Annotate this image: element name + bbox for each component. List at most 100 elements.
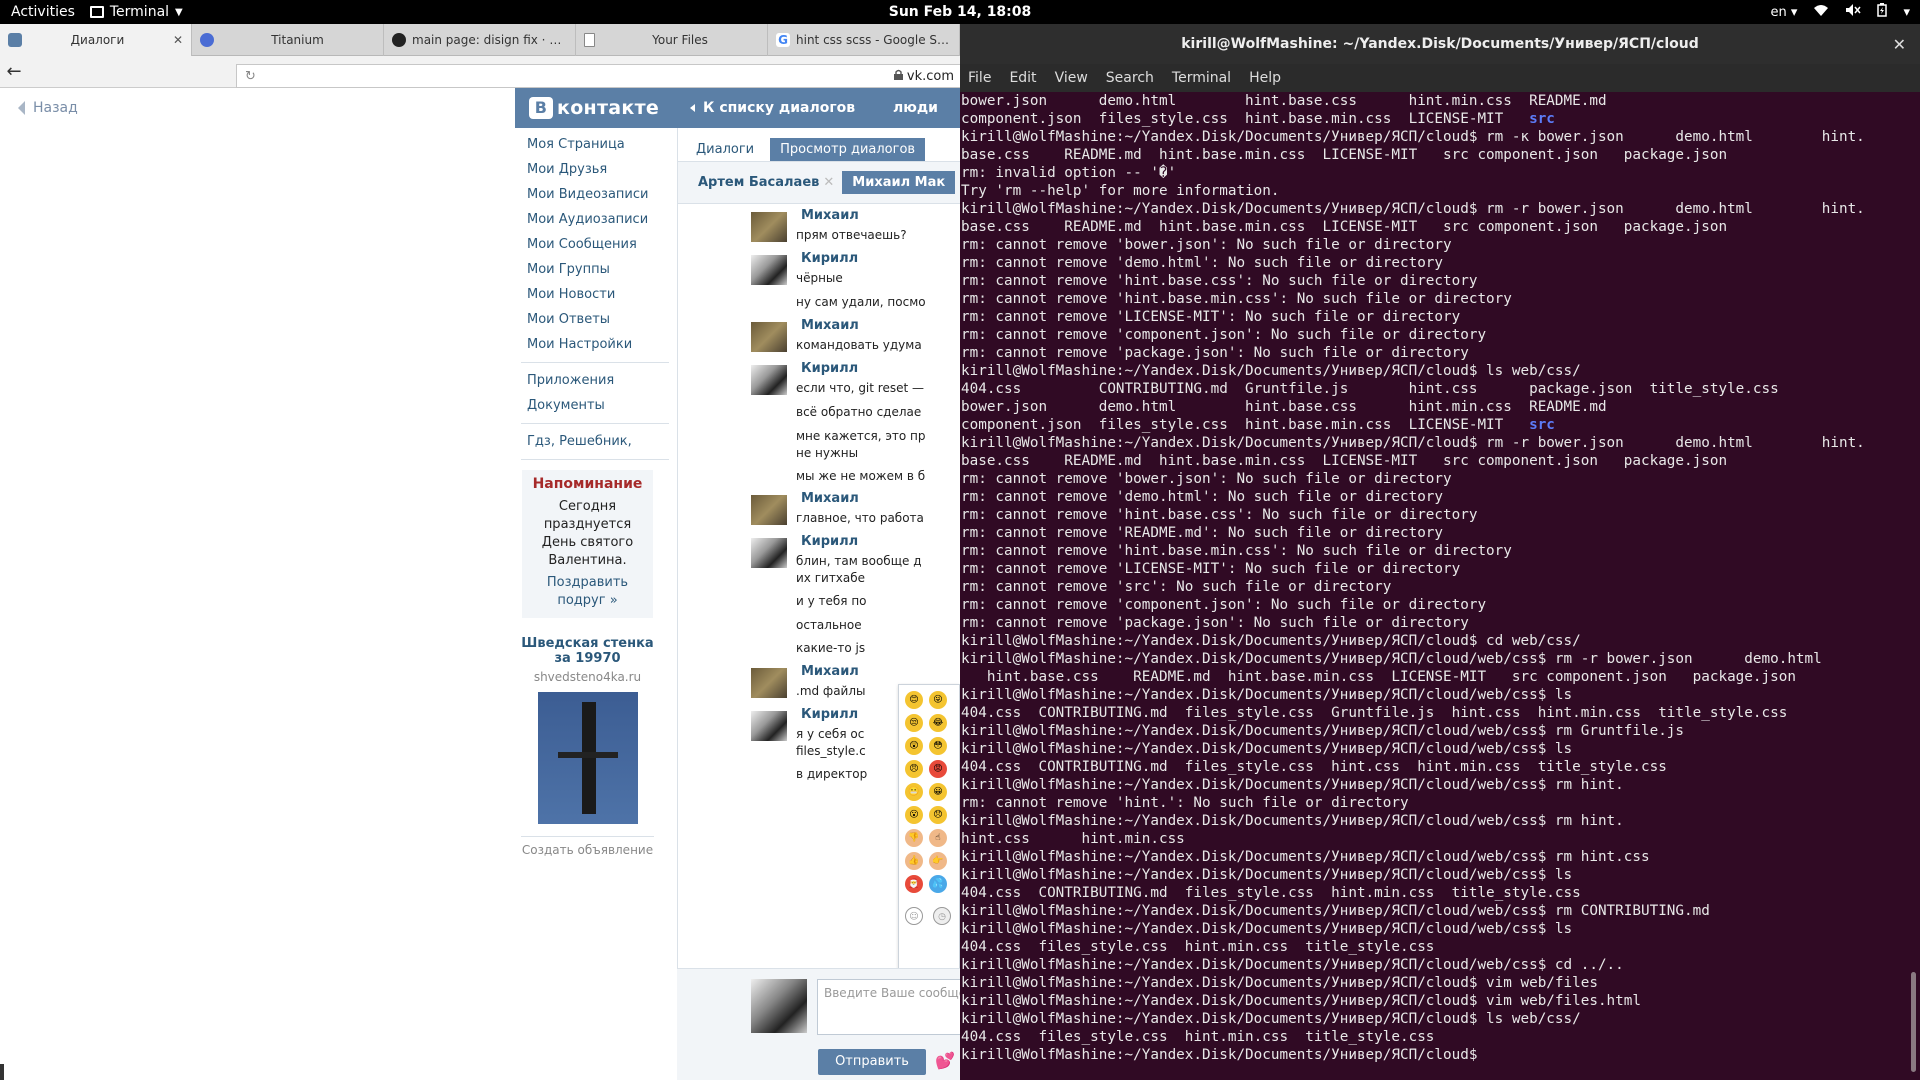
close-icon[interactable]: ✕ (823, 175, 834, 190)
terminal-output[interactable]: bower.json demo.html hint.base.css hint.… (960, 92, 1906, 1080)
reload-icon[interactable]: ↻ (237, 69, 256, 84)
avatar[interactable] (751, 212, 787, 242)
menu-file[interactable]: File (968, 70, 991, 86)
people-link[interactable]: люди (893, 100, 938, 116)
nav-my-videos[interactable]: Мои Видеозаписи (521, 182, 669, 207)
menu-help[interactable]: Help (1249, 70, 1281, 86)
emoji-item-icon[interactable]: 😀 (929, 783, 947, 801)
avatar[interactable] (751, 255, 787, 285)
create-ad-link[interactable]: Создать объявление (521, 843, 654, 857)
nav-app-gdz[interactable]: Гдз, Решебник, (521, 429, 669, 454)
message-author[interactable]: Михаил (801, 491, 859, 506)
nav-divider (521, 423, 669, 424)
emoji-item-icon[interactable]: 😬 (905, 783, 923, 801)
smiley-tab-icon[interactable]: ☺ (905, 907, 923, 925)
avatar[interactable] (751, 711, 787, 741)
clock[interactable]: Sun Feb 14, 18:08 (889, 4, 1032, 20)
app-menu[interactable]: Terminal ▼ (86, 4, 183, 20)
nav-my-friends[interactable]: Мои Друзья (521, 157, 669, 182)
vk-logo[interactable]: В контакте (515, 97, 659, 119)
emoji-item-icon[interactable]: 😂 (929, 714, 947, 732)
terminal-line: kirill@WolfMashine:~/Yandex.Disk/Documen… (961, 777, 1624, 793)
recent-tab-icon[interactable]: ◷ (933, 907, 951, 925)
emoji-item-icon[interactable]: 😠 (905, 760, 923, 778)
close-icon[interactable]: ✕ (1893, 35, 1906, 54)
ad-title[interactable]: Шведская стенка за 19970 (521, 636, 654, 666)
tab-your-files[interactable]: Your Files (576, 24, 768, 56)
avatar[interactable] (751, 538, 787, 568)
emoji-item-icon[interactable]: 🎅 (905, 875, 923, 893)
address-field[interactable]: ↻ vk.com (236, 64, 960, 88)
participant-tab-artem[interactable]: Артем Басалаев ✕ (698, 175, 834, 190)
avatar[interactable] (751, 365, 787, 395)
emoji-item-icon[interactable]: 😡 (929, 760, 947, 778)
language-indicator[interactable]: en ▾ (1771, 5, 1798, 20)
ad-block[interactable]: Шведская стенка за 19970 shvedsteno4ka.r… (521, 636, 654, 857)
system-tray[interactable]: en ▾ ▾ (1771, 3, 1910, 21)
message-text: какие-то js (796, 641, 866, 655)
tab-view-dialogs[interactable]: Просмотр диалогов (770, 138, 926, 161)
nav-my-settings[interactable]: Мои Настройки (521, 332, 669, 357)
back-arrow-icon[interactable]: ← (0, 61, 28, 82)
nav-apps[interactable]: Приложения (521, 368, 669, 393)
dialog-tabs: Диалоги Просмотр диалогов (678, 136, 960, 162)
message-author[interactable]: Кирилл (801, 707, 858, 722)
menu-search[interactable]: Search (1106, 70, 1154, 86)
back-triangle-icon (18, 101, 25, 115)
nav-documents[interactable]: Документы (521, 393, 669, 418)
participant-tab-mikhail[interactable]: Михаил Мак (842, 171, 956, 194)
page-scrollbar[interactable] (0, 1064, 4, 1080)
avatar[interactable] (751, 668, 787, 698)
tab-dialogs[interactable]: Диалоги ✕ (0, 24, 192, 56)
tab-label: Диалоги (70, 33, 125, 47)
avatar (751, 979, 807, 1033)
emoji-item-icon[interactable]: 😊 (905, 691, 923, 709)
emoji-item-icon[interactable]: 😮 (905, 806, 923, 824)
emoji-item-icon[interactable]: 😒 (905, 714, 923, 732)
emoji-item-icon[interactable]: ☝ (929, 829, 947, 847)
scrollbar-thumb[interactable] (1911, 972, 1916, 1072)
chevron-down-icon: ▼ (175, 6, 183, 18)
tab-dialogs-list[interactable]: Диалоги (686, 138, 764, 161)
emoji-item-icon[interactable]: 😞 (929, 806, 947, 824)
emoji-item-icon[interactable]: 👉 (929, 852, 947, 870)
congratulate-link[interactable]: Поздравить подруг » (526, 574, 649, 610)
nav-my-page[interactable]: Моя Страница (521, 132, 669, 157)
emoji-item-icon[interactable]: 😜 (929, 691, 947, 709)
ad-image[interactable] (537, 692, 638, 824)
close-icon[interactable]: ✕ (173, 33, 183, 47)
nav-my-answers[interactable]: Мои Ответы (521, 307, 669, 332)
message-author[interactable]: Михаил (801, 318, 859, 333)
message-author[interactable]: Кирилл (801, 251, 858, 266)
tab-github[interactable]: main page: disign fix · PeterPi (384, 24, 576, 56)
menu-edit[interactable]: Edit (1009, 70, 1036, 86)
terminal-line: base.css README.md hint.base.min.css LIC… (961, 147, 1728, 163)
tab-google-search[interactable]: G hint css scss - Google Search (768, 24, 960, 56)
terminal-line: rm: cannot remove 'README.md': No such f… (961, 525, 1444, 541)
emoji-item-icon[interactable]: 💦 (929, 875, 947, 893)
message-author[interactable]: Кирилл (801, 534, 858, 549)
activities-button[interactable]: Activities (0, 0, 86, 24)
terminal-scrollbar[interactable] (1910, 92, 1918, 1080)
message-author[interactable]: Кирилл (801, 361, 858, 376)
emoji-item-icon[interactable]: 😳 (929, 737, 947, 755)
nav-my-messages[interactable]: Мои Сообщения (521, 232, 669, 257)
back-link[interactable]: Назад (18, 100, 78, 116)
emoji-item-icon[interactable]: 😲 (905, 737, 923, 755)
menu-view[interactable]: View (1055, 70, 1088, 86)
nav-my-news[interactable]: Мои Новости (521, 282, 669, 307)
menu-terminal[interactable]: Terminal (1172, 70, 1231, 86)
nav-my-audio[interactable]: Мои Аудиозаписи (521, 207, 669, 232)
avatar[interactable] (751, 322, 787, 352)
nav-my-groups[interactable]: Мои Группы (521, 257, 669, 282)
emoji-item-icon[interactable]: 👎 (905, 829, 923, 847)
message-input[interactable]: Введите Ваше сообщение (817, 979, 960, 1035)
tab-titanium[interactable]: Titanium (192, 24, 384, 56)
to-dialogs-link[interactable]: К списку диалогов (690, 100, 855, 116)
message-author[interactable]: Михаил (801, 208, 859, 223)
avatar[interactable] (751, 495, 787, 525)
send-button[interactable]: Отправить (818, 1049, 926, 1075)
emoji-item-icon[interactable]: 👍 (905, 852, 923, 870)
heart-sticker-icon[interactable]: 💕 (935, 1051, 955, 1070)
message-author[interactable]: Михаил (801, 664, 859, 679)
